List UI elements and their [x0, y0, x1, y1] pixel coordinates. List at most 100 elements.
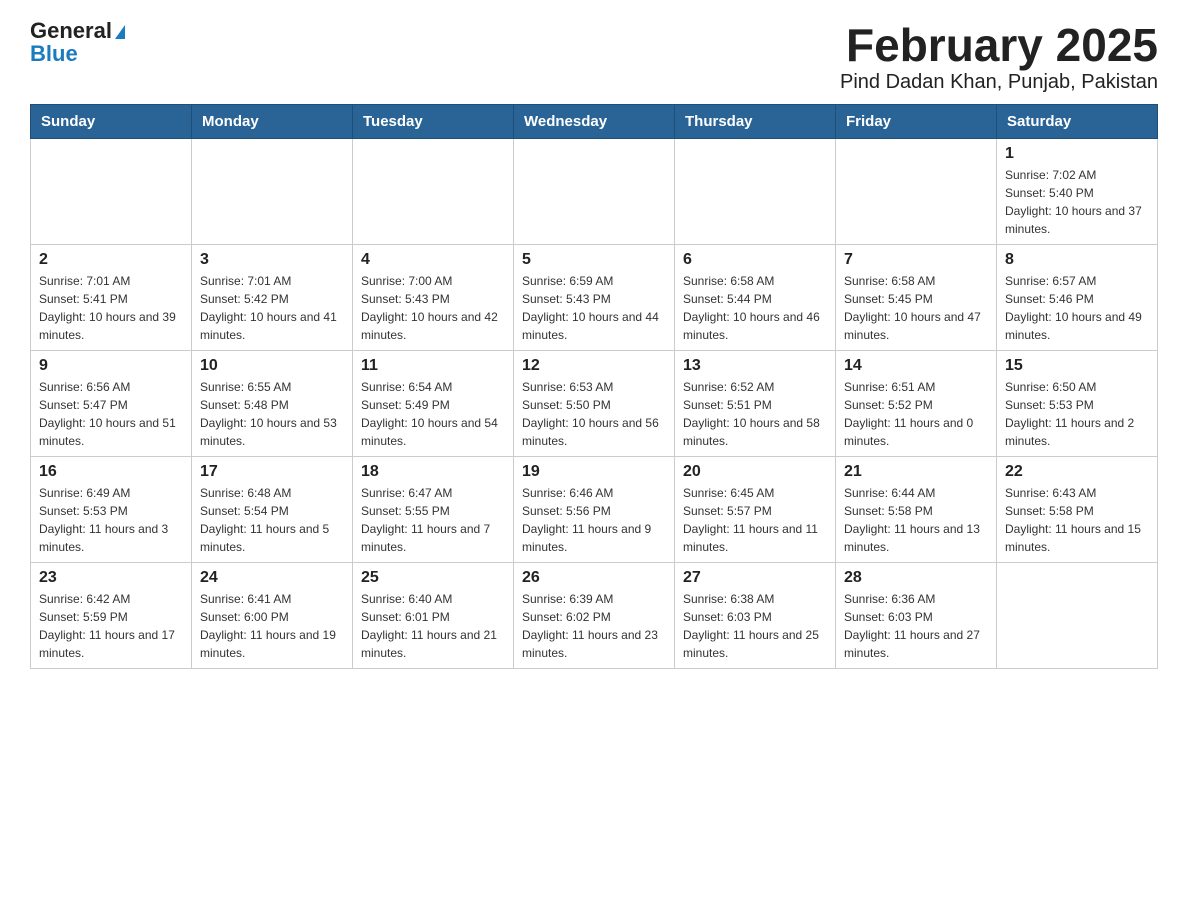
calendar-cell: 12 Sunrise: 6:53 AMSunset: 5:50 PMDayligh…	[514, 350, 675, 456]
day-info: Sunrise: 6:49 AMSunset: 5:53 PMDaylight:…	[39, 484, 183, 556]
calendar-cell	[675, 138, 836, 244]
day-info: Sunrise: 7:01 AMSunset: 5:41 PMDaylight:…	[39, 272, 183, 344]
day-info: Sunrise: 6:58 AMSunset: 5:45 PMDaylight:…	[844, 272, 988, 344]
day-info: Sunrise: 6:44 AMSunset: 5:58 PMDaylight:…	[844, 484, 988, 556]
calendar-cell: 2 Sunrise: 7:01 AMSunset: 5:41 PMDaylight…	[31, 244, 192, 350]
day-info: Sunrise: 6:41 AMSunset: 6:00 PMDaylight:…	[200, 590, 344, 662]
weekday-header-monday: Monday	[192, 104, 353, 138]
logo-top-line: General	[30, 20, 125, 43]
calendar-cell: 28 Sunrise: 6:36 AMSunset: 6:03 PMDayligh…	[836, 562, 997, 668]
calendar-cell: 21Sunrise: 6:44 AMSunset: 5:58 PMDayligh…	[836, 456, 997, 562]
day-info: Sunrise: 6:42 AMSunset: 5:59 PMDaylight:…	[39, 590, 183, 662]
calendar-cell: 4Sunrise: 7:00 AMSunset: 5:43 PMDaylight…	[353, 244, 514, 350]
weekday-header-sunday: Sunday	[31, 104, 192, 138]
day-info: Sunrise: 6:58 AMSunset: 5:44 PMDaylight:…	[683, 272, 827, 344]
calendar-cell: 13 Sunrise: 6:52 AMSunset: 5:51 PMDayligh…	[675, 350, 836, 456]
day-number: 11	[361, 357, 505, 375]
calendar-cell	[353, 138, 514, 244]
day-info: Sunrise: 6:48 AMSunset: 5:54 PMDaylight:…	[200, 484, 344, 556]
calendar-cell: 7 Sunrise: 6:58 AMSunset: 5:45 PMDaylight…	[836, 244, 997, 350]
day-info: Sunrise: 6:46 AMSunset: 5:56 PMDaylight:…	[522, 484, 666, 556]
day-info: Sunrise: 6:39 AMSunset: 6:02 PMDaylight:…	[522, 590, 666, 662]
day-number: 13	[683, 357, 827, 375]
calendar-cell: 15Sunrise: 6:50 AMSunset: 5:53 PMDayligh…	[997, 350, 1158, 456]
day-number: 9	[39, 357, 183, 375]
day-info: Sunrise: 7:01 AMSunset: 5:42 PMDaylight:…	[200, 272, 344, 344]
day-number: 24	[200, 569, 344, 587]
day-info: Sunrise: 6:57 AMSunset: 5:46 PMDaylight:…	[1005, 272, 1149, 344]
day-number: 1	[1005, 145, 1149, 163]
day-number: 16	[39, 463, 183, 481]
weekday-header-row: SundayMondayTuesdayWednesdayThursdayFrid…	[31, 104, 1158, 138]
calendar-cell: 6Sunrise: 6:58 AMSunset: 5:44 PMDaylight…	[675, 244, 836, 350]
day-number: 2	[39, 251, 183, 269]
day-number: 4	[361, 251, 505, 269]
calendar-cell: 10Sunrise: 6:55 AMSunset: 5:48 PMDayligh…	[192, 350, 353, 456]
calendar-week-row: 2 Sunrise: 7:01 AMSunset: 5:41 PMDaylight…	[31, 244, 1158, 350]
calendar-cell	[514, 138, 675, 244]
day-number: 7	[844, 251, 988, 269]
calendar-cell: 24 Sunrise: 6:41 AMSunset: 6:00 PMDayligh…	[192, 562, 353, 668]
calendar-cell: 11 Sunrise: 6:54 AMSunset: 5:49 PMDayligh…	[353, 350, 514, 456]
weekday-header-thursday: Thursday	[675, 104, 836, 138]
day-number: 27	[683, 569, 827, 587]
calendar-cell: 22 Sunrise: 6:43 AMSunset: 5:58 PMDayligh…	[997, 456, 1158, 562]
calendar-cell: 3 Sunrise: 7:01 AMSunset: 5:42 PMDaylight…	[192, 244, 353, 350]
day-info: Sunrise: 6:59 AMSunset: 5:43 PMDaylight:…	[522, 272, 666, 344]
calendar-cell: 8 Sunrise: 6:57 AMSunset: 5:46 PMDaylight…	[997, 244, 1158, 350]
calendar-cell: 23Sunrise: 6:42 AMSunset: 5:59 PMDayligh…	[31, 562, 192, 668]
day-number: 22	[1005, 463, 1149, 481]
day-info: Sunrise: 6:47 AMSunset: 5:55 PMDaylight:…	[361, 484, 505, 556]
calendar-header: SundayMondayTuesdayWednesdayThursdayFrid…	[31, 104, 1158, 138]
day-info: Sunrise: 6:45 AMSunset: 5:57 PMDaylight:…	[683, 484, 827, 556]
day-number: 10	[200, 357, 344, 375]
calendar-cell: 16 Sunrise: 6:49 AMSunset: 5:53 PMDayligh…	[31, 456, 192, 562]
day-number: 3	[200, 251, 344, 269]
calendar-cell: 27Sunrise: 6:38 AMSunset: 6:03 PMDayligh…	[675, 562, 836, 668]
day-info: Sunrise: 7:02 AMSunset: 5:40 PMDaylight:…	[1005, 166, 1149, 238]
day-number: 18	[361, 463, 505, 481]
day-number: 26	[522, 569, 666, 587]
weekday-header-wednesday: Wednesday	[514, 104, 675, 138]
calendar-week-row: 16 Sunrise: 6:49 AMSunset: 5:53 PMDayligh…	[31, 456, 1158, 562]
day-info: Sunrise: 6:53 AMSunset: 5:50 PMDaylight:…	[522, 378, 666, 450]
calendar-cell: 5 Sunrise: 6:59 AMSunset: 5:43 PMDaylight…	[514, 244, 675, 350]
day-number: 28	[844, 569, 988, 587]
calendar-cell: 1 Sunrise: 7:02 AMSunset: 5:40 PMDaylight…	[997, 138, 1158, 244]
logo: General Blue	[30, 20, 125, 66]
day-info: Sunrise: 6:43 AMSunset: 5:58 PMDaylight:…	[1005, 484, 1149, 556]
calendar-week-row: 1 Sunrise: 7:02 AMSunset: 5:40 PMDaylight…	[31, 138, 1158, 244]
weekday-header-tuesday: Tuesday	[353, 104, 514, 138]
calendar-week-row: 23Sunrise: 6:42 AMSunset: 5:59 PMDayligh…	[31, 562, 1158, 668]
day-number: 5	[522, 251, 666, 269]
day-number: 19	[522, 463, 666, 481]
day-number: 15	[1005, 357, 1149, 375]
day-number: 20	[683, 463, 827, 481]
day-number: 8	[1005, 251, 1149, 269]
logo-general-text: General	[30, 18, 112, 43]
calendar-week-row: 9 Sunrise: 6:56 AMSunset: 5:47 PMDaylight…	[31, 350, 1158, 456]
calendar-cell: 26 Sunrise: 6:39 AMSunset: 6:02 PMDayligh…	[514, 562, 675, 668]
logo-blue-text: Blue	[30, 41, 78, 66]
calendar-cell	[192, 138, 353, 244]
calendar-cell	[31, 138, 192, 244]
calendar-body: 1 Sunrise: 7:02 AMSunset: 5:40 PMDaylight…	[31, 138, 1158, 668]
day-info: Sunrise: 6:52 AMSunset: 5:51 PMDaylight:…	[683, 378, 827, 450]
day-info: Sunrise: 6:40 AMSunset: 6:01 PMDaylight:…	[361, 590, 505, 662]
calendar-cell	[836, 138, 997, 244]
day-number: 12	[522, 357, 666, 375]
weekday-header-saturday: Saturday	[997, 104, 1158, 138]
calendar-subtitle: Pind Dadan Khan, Punjab, Pakistan	[840, 71, 1158, 94]
calendar-cell: 17 Sunrise: 6:48 AMSunset: 5:54 PMDayligh…	[192, 456, 353, 562]
day-info: Sunrise: 6:36 AMSunset: 6:03 PMDaylight:…	[844, 590, 988, 662]
day-info: Sunrise: 6:56 AMSunset: 5:47 PMDaylight:…	[39, 378, 183, 450]
day-number: 17	[200, 463, 344, 481]
calendar-cell: 25 Sunrise: 6:40 AMSunset: 6:01 PMDayligh…	[353, 562, 514, 668]
weekday-header-friday: Friday	[836, 104, 997, 138]
calendar-title: February 2025	[840, 20, 1158, 71]
day-info: Sunrise: 6:51 AMSunset: 5:52 PMDaylight:…	[844, 378, 988, 450]
calendar-cell	[997, 562, 1158, 668]
day-info: Sunrise: 6:54 AMSunset: 5:49 PMDaylight:…	[361, 378, 505, 450]
calendar-cell: 20 Sunrise: 6:45 AMSunset: 5:57 PMDayligh…	[675, 456, 836, 562]
day-number: 25	[361, 569, 505, 587]
